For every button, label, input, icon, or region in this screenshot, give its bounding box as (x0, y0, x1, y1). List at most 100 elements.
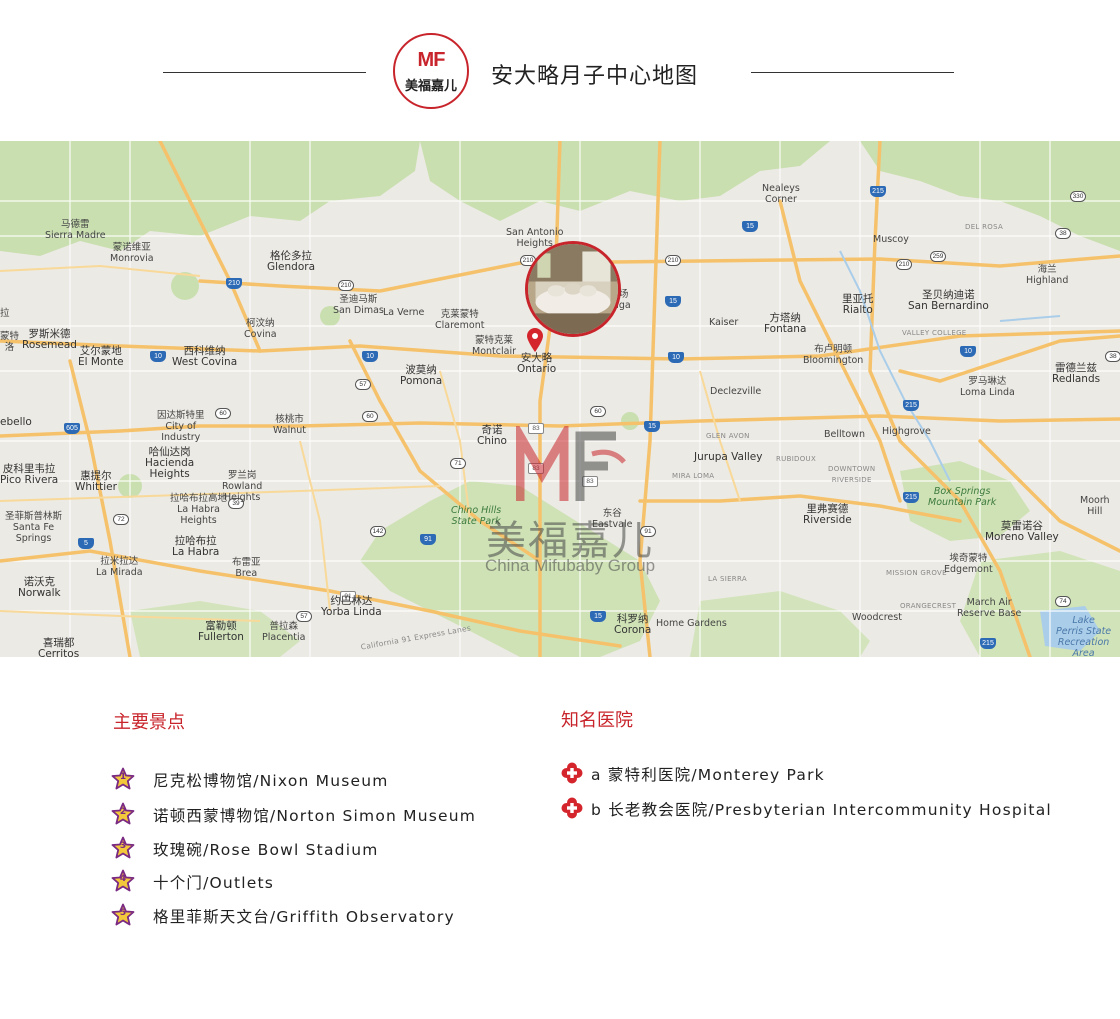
route-142-shield: 142 (370, 526, 386, 537)
place-hacienda-heights: 哈仙达岗 Hacienda Heights (145, 446, 195, 480)
place-home-gardens: Home Gardens (656, 618, 727, 629)
i5-shield: 5 (78, 538, 94, 549)
route-259-shield: 259 (930, 251, 946, 262)
place-montebello-partial: ebello (0, 416, 32, 428)
place-bloomington: 布卢明顿 Bloomington (803, 344, 864, 366)
logo-mark: MF (417, 49, 446, 71)
route-74-shield: 74 (1055, 596, 1071, 607)
i15-shield: 15 (742, 221, 758, 232)
place-norwalk: 诺沃克 Norwalk (18, 576, 61, 599)
hospital-name: 蒙特利医院/Monterey Park (607, 766, 825, 784)
star-number: 4 (119, 874, 127, 884)
place-cerritos: 喜瑞都 Cerritos (38, 637, 80, 658)
place-covina: 柯汶纳 Covina (244, 318, 277, 340)
place-belltown: Belltown (824, 429, 865, 440)
route-210-shield: 210 (338, 280, 354, 291)
place-rubidoux: RUBIDOUX (776, 455, 817, 463)
place-mira-loma: MIRA LOMA (672, 472, 715, 480)
header-divider-left (163, 72, 366, 73)
place-rowland-heights: 罗兰岗 Rowland Heights (222, 470, 263, 503)
place-glendora: 格伦多拉 Glendora (267, 250, 316, 273)
place-la-habra: 拉哈布拉 La Habra (172, 535, 220, 558)
route-38-shield: 38 (1055, 228, 1071, 239)
place-montclair: 蒙特克莱 Montclair (472, 335, 516, 357)
route-72-shield: 72 (113, 514, 129, 525)
place-pico-rivera: 皮科里韦拉 Pico Rivera (0, 463, 59, 486)
place-san-bernardino: 圣贝纳迪诺 San Bernardino (908, 289, 989, 312)
place-highland: 海兰 Highland (1026, 264, 1069, 286)
attraction-label: 玫瑰碗/Rose Bowl Stadium (153, 841, 379, 859)
route-330-shield: 330 (1070, 191, 1086, 202)
place-rialto: 里亚托 Rialto (842, 293, 874, 316)
i215-shield: 215 (870, 186, 886, 197)
route-71-shield: 71 (450, 458, 466, 469)
place-west-covina: 西科维纳 West Covina (172, 345, 238, 368)
place-walnut: 核桃市 Walnut (273, 414, 307, 436)
place-highgrove: Highgrove (882, 426, 931, 437)
center-photo-bubble[interactable] (525, 241, 621, 337)
place-woodcrest: Woodcrest (852, 612, 902, 623)
place-declezville: Declezville (710, 386, 762, 397)
place-del-rosa: DEL ROSA (965, 223, 1004, 231)
attraction-label: 十个门/Outlets (153, 874, 275, 892)
place-corona: 科罗纳 Corona (614, 613, 652, 636)
hospitals-title: 知名医院 (561, 710, 633, 731)
location-pin-icon[interactable] (525, 327, 545, 353)
i215-shield: 215 (903, 492, 919, 503)
area-map[interactable]: 210 15 215 10 10 10 10 15 15 215 215 605… (0, 141, 1120, 657)
i91-shield: 91 (420, 534, 436, 545)
place-yorba-linda: 约巴林达 Yorba Linda (321, 595, 382, 618)
marker-label: 安大略 Ontario (517, 353, 556, 375)
place-fullerton: 富勒顿 Fullerton (198, 620, 244, 643)
route-57-shield: 57 (355, 379, 371, 390)
i10-shield: 10 (668, 352, 684, 363)
i605-shield: 605 (64, 423, 80, 434)
place-downtown-riverside: DOWNTOWN RIVERSIDE (828, 465, 876, 484)
place-moreno-valley: 莫雷诺谷 Moreno Valley (985, 520, 1059, 543)
place-sierra-madre: 马德雷 Sierra Madre (45, 219, 106, 241)
place-loma-linda: 罗马琳达 Loma Linda (960, 376, 1015, 398)
place-march-air: March Air Reserve Base (957, 597, 1022, 619)
place-city-of-industry: 因达斯特里 City of Industry (157, 410, 205, 443)
hospital-label: b 长老教会医院/Presbyterian Intercommunity Hos… (591, 798, 1052, 820)
attractions-title: 主要景点 (113, 712, 185, 733)
route-210-shield: 210 (665, 255, 681, 266)
attraction-label: 格里菲斯天文台/Griffith Observatory (153, 908, 455, 926)
star-number: 5 (119, 908, 127, 918)
place-rosemead: 罗斯米德 Rosemead (22, 328, 77, 351)
place-edge-partial: 蒙特洛 (0, 331, 20, 353)
place-la-habra-heights: 拉哈布拉高地 La Habra Heights (170, 493, 228, 526)
place-pomona: 波莫纳 Pomona (400, 364, 443, 387)
place-el-monte: 艾尔蒙地 El Monte (78, 345, 124, 368)
place-nealeys-corner: Nealeys Corner (762, 183, 800, 205)
place-redlands: 雷德兰兹 Redlands (1052, 362, 1101, 385)
route-38-shield: 38 (1105, 351, 1120, 362)
i10-shield: 10 (362, 351, 378, 362)
place-monrovia: 蒙诺维亚 Monrovia (110, 242, 154, 264)
place-la-mirada: 拉米拉达 La Mirada (96, 556, 143, 578)
hospital-cross-icon (561, 797, 583, 819)
place-kaiser: Kaiser (709, 317, 739, 328)
header-divider-right (751, 72, 954, 73)
place-riverside: 里弗赛德 Riverside (803, 503, 852, 526)
place-jurupa-valley: Jurupa Valley (694, 451, 763, 463)
hospital-letter: a (591, 766, 602, 784)
logo-text: 美福嘉儿 (404, 79, 457, 94)
place-box-springs: Box Springs Mountain Park (928, 486, 997, 508)
star-number: 3 (119, 841, 127, 851)
place-whittier: 惠提尔 Whittier (75, 470, 117, 493)
route-60-shield: 60 (590, 406, 606, 417)
place-moorpark-partial: Moorh Hill (1080, 495, 1110, 517)
i210-shield: 210 (226, 278, 242, 289)
mifubaby-watermark: 美福嘉儿 China Mifubaby Group (470, 426, 670, 596)
i10-shield: 10 (150, 351, 166, 362)
hospital-label: a 蒙特利医院/Monterey Park (591, 763, 825, 785)
place-san-dimas: 圣迪马斯 San Dimas (333, 294, 384, 316)
hospital-cross-icon (561, 762, 583, 784)
watermark-mf-logo (516, 426, 626, 501)
place-brea: 布雷亚 Brea (232, 557, 261, 579)
place-edgemont: 埃奇蒙特 Edgemont (944, 553, 993, 575)
i15-shield: 15 (590, 611, 606, 622)
i215-shield: 215 (903, 400, 919, 411)
place-glen-avon: GLEN AVON (706, 432, 750, 440)
